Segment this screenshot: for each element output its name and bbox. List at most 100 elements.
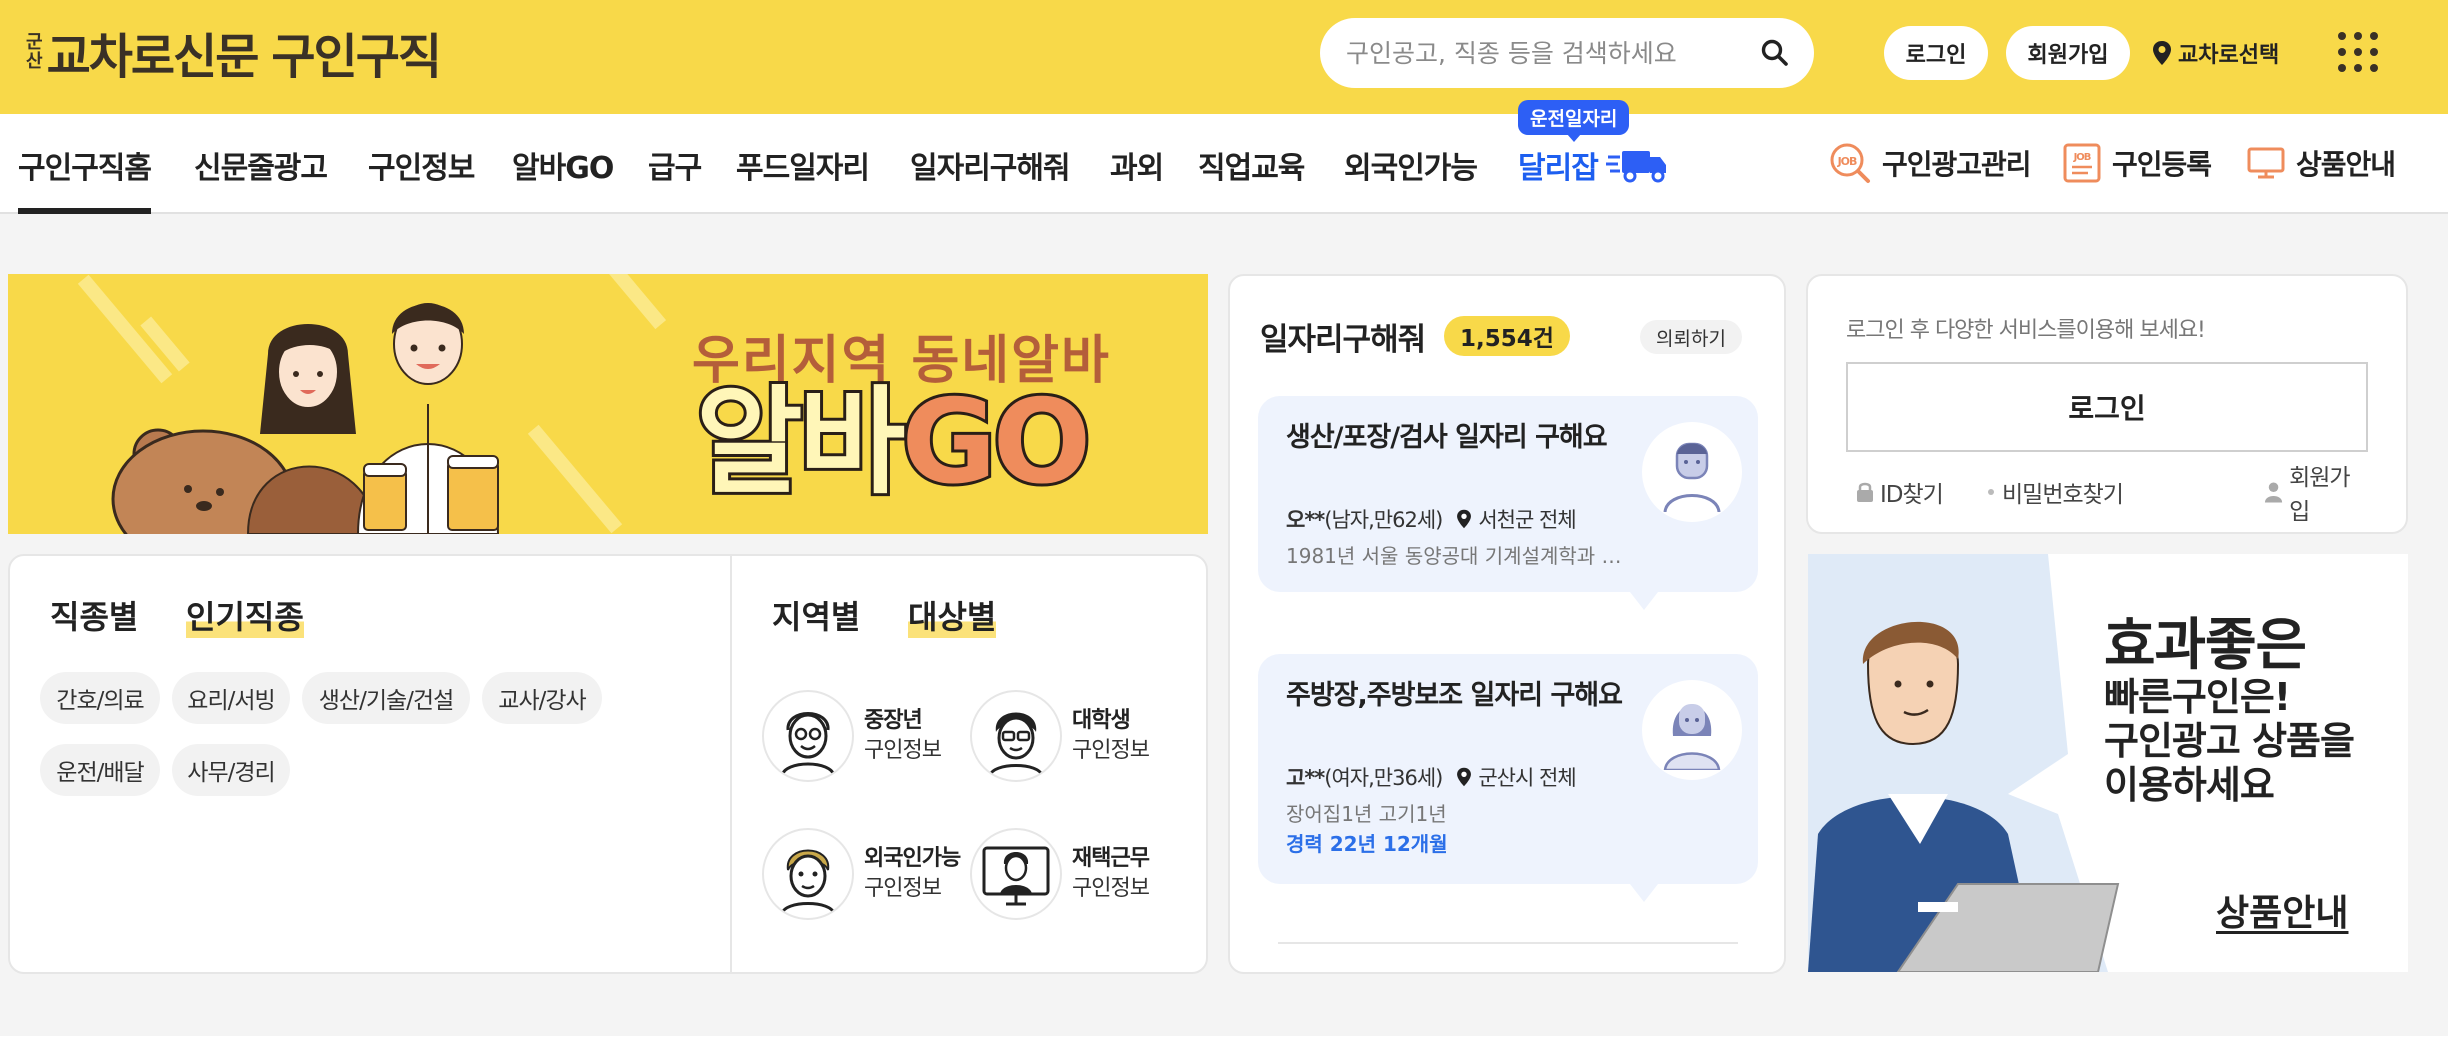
target-title: 대학생 — [1072, 708, 1131, 733]
banner-brand-go: GO — [898, 375, 1094, 511]
nav-home[interactable]: 구인구직홈 — [18, 138, 152, 214]
person-icon — [2264, 482, 2283, 503]
login-panel-button[interactable]: 로그인 — [1846, 362, 2368, 452]
woman-illustration — [246, 324, 380, 534]
lock-icon — [1857, 482, 1873, 502]
login-button[interactable]: 로그인 — [1884, 26, 1988, 80]
top-header: 군 산 교차로신문구인구직 로그인 회원가입 교차로선택 — [0, 0, 2448, 114]
nav-food-jobs[interactable]: 푸드일자리 — [736, 138, 870, 192]
card-name: 오** — [1286, 508, 1325, 532]
logo-city-top: 군 — [26, 32, 43, 53]
target-title: 재택근무 — [1072, 846, 1150, 871]
logo-city-bottom: 산 — [26, 51, 43, 72]
target-sub: 구인정보 — [1072, 738, 1150, 763]
chip-office-accounting[interactable]: 사무/경리 — [172, 744, 290, 796]
job-seeker-card[interactable]: 주방장,주방보조 일자리 구해요 고** (여자,만36세) 군산시 전체 장어… — [1258, 654, 1758, 902]
nav-job-ad-manage[interactable]: JOB 구인광고관리 — [1828, 138, 2032, 188]
remote-work-icon — [970, 828, 1062, 920]
card-location: 서천군 전체 — [1478, 508, 1576, 532]
card-location: 군산시 전체 — [1478, 766, 1576, 790]
banner-brand: 알바GO — [693, 375, 1094, 511]
search-icon[interactable] — [1760, 38, 1790, 68]
nav-newspaper-ads[interactable]: 신문줄광고 — [194, 138, 328, 192]
nav-job-ad-manage-label: 구인광고관리 — [1882, 148, 2032, 181]
job-search-icon: JOB — [1830, 143, 1870, 183]
job-seeker-title[interactable]: 일자리구해줘 — [1260, 314, 1426, 359]
job-seeker-panel: 일자리구해줘 1,554건 의뢰하기 생산/포장/검사 일자리 구해요 오** … — [1228, 274, 1786, 974]
target-sub: 구인정보 — [864, 738, 942, 763]
chip-nursing-medical[interactable]: 간호/의료 — [40, 672, 160, 724]
location-pin-icon — [2153, 41, 2171, 65]
svg-text:JOB: JOB — [2073, 152, 2091, 163]
card-info: (남자,만62세) — [1324, 508, 1443, 532]
logo-city: 군 산 — [26, 33, 43, 71]
category-panel: 직종별 인기직종 간호/의료 요리/서빙 생산/기술/건설 교사/강사 운전/배… — [8, 554, 1208, 974]
nav-product-info-label: 상품안내 — [2296, 148, 2396, 181]
job-seeker-count-badge: 1,554건 — [1444, 316, 1570, 356]
chip-cooking-serving[interactable]: 요리/서빙 — [172, 672, 290, 724]
nav-urgent[interactable]: 급구 — [648, 138, 702, 192]
nav-find-me-job[interactable]: 일자리구해줘 — [910, 138, 1071, 192]
target-foreigner[interactable]: 외국인가능 구인정보 — [762, 828, 961, 920]
nav-job-info[interactable]: 구인정보 — [368, 138, 475, 192]
monitor-icon — [2247, 147, 2285, 179]
find-password-link[interactable]: 비밀번호찾기 — [1988, 472, 2124, 512]
albago-banner[interactable]: 우리지역 동네알바 알바GO — [8, 274, 1208, 534]
svg-text:JOB: JOB — [1837, 155, 1857, 168]
region-label: 교차로선택 — [2178, 43, 2280, 68]
request-button[interactable]: 의뢰하기 — [1640, 320, 1742, 354]
chip-production-tech-construction[interactable]: 생산/기술/건설 — [302, 672, 470, 724]
tab-popular-jobs[interactable]: 인기직종 — [186, 592, 304, 638]
nav-tutoring[interactable]: 과외 — [1110, 138, 1164, 192]
card-name: 고** — [1286, 766, 1325, 790]
target-title: 외국인가능 — [864, 846, 961, 871]
target-remote-work[interactable]: 재택근무 구인정보 — [970, 828, 1150, 920]
login-links: ID찾기 비밀번호찾기 회원가입 — [1856, 465, 2366, 525]
nav-albago[interactable]: 알바GO — [512, 138, 614, 192]
find-id-link[interactable]: ID찾기 — [1856, 472, 1944, 512]
card-info: (여자,만36세) — [1324, 766, 1443, 790]
footer-band — [0, 1036, 2448, 1056]
female-avatar-icon — [1642, 680, 1742, 780]
job-seeker-card[interactable]: 생산/포장/검사 일자리 구해요 오** (남자,만62세) 서천군 전체 19… — [1258, 396, 1758, 610]
logo-main: 교차로신문 — [46, 29, 260, 85]
tab-by-job-type[interactable]: 직종별 — [50, 592, 138, 638]
tab-by-region[interactable]: 지역별 — [772, 592, 860, 638]
card-career: 경력 22년 12개월 — [1286, 832, 1448, 856]
nav-product-info[interactable]: 상품안내 — [2246, 138, 2396, 188]
chip-teacher-lecturer[interactable]: 교사/강사 — [482, 672, 602, 724]
nav-foreigner-ok[interactable]: 외국인가능 — [1344, 138, 1478, 192]
target-title: 중장년 — [864, 708, 923, 733]
site-logo[interactable]: 군 산 교차로신문 구인구직 — [26, 17, 442, 87]
target-college-student[interactable]: 대학생 구인정보 — [970, 690, 1150, 782]
panel-divider — [730, 556, 732, 972]
banner-illustration — [111, 303, 500, 534]
nav-dallijob[interactable]: 달리잡 — [1518, 138, 1668, 192]
middle-aged-icon — [762, 690, 854, 782]
all-menu-icon[interactable] — [2338, 32, 2378, 72]
location-pin-icon — [1457, 767, 1472, 787]
signup-button[interactable]: 회원가입 — [2006, 26, 2130, 80]
ad-product-info-link[interactable]: 상품안내 — [2216, 884, 2348, 936]
signup-link[interactable]: 회원가입 — [2264, 465, 2366, 525]
target-sub: 구인정보 — [1072, 876, 1150, 901]
search-input[interactable] — [1346, 38, 1746, 68]
product-ad-banner[interactable]: 효과좋은 빠른구인은! 구인광고 상품을 이용하세요 상품안내 — [1808, 554, 2408, 972]
card-description: 장어집1년 고기1년 — [1286, 802, 1447, 826]
nav-dallijob-label: 달리잡 — [1518, 151, 1599, 186]
nav-job-register[interactable]: JOB 구인등록 — [2062, 138, 2212, 188]
region-select[interactable]: 교차로선택 — [2152, 34, 2279, 72]
tab-by-target[interactable]: 대상별 — [908, 592, 997, 638]
target-middle-aged[interactable]: 중장년 구인정보 — [762, 690, 942, 782]
find-id-label: ID찾기 — [1880, 482, 1944, 508]
location-pin-icon — [1457, 509, 1472, 529]
nav-job-training[interactable]: 직업교육 — [1198, 138, 1305, 192]
panel-bottom-divider — [1278, 942, 1738, 944]
logo-title: 교차로신문 구인구직 — [46, 17, 442, 87]
card-meta: 고** (여자,만36세) 군산시 전체 — [1286, 762, 1577, 792]
foreigner-icon — [762, 828, 854, 920]
card-description: 1981년 서울 동양공대 기계설계학과 졸업 — [1286, 544, 1626, 568]
chip-driving-delivery[interactable]: 운전/배달 — [40, 744, 160, 796]
job-document-icon: JOB — [2063, 143, 2101, 183]
bullet-dot — [1988, 489, 1994, 495]
